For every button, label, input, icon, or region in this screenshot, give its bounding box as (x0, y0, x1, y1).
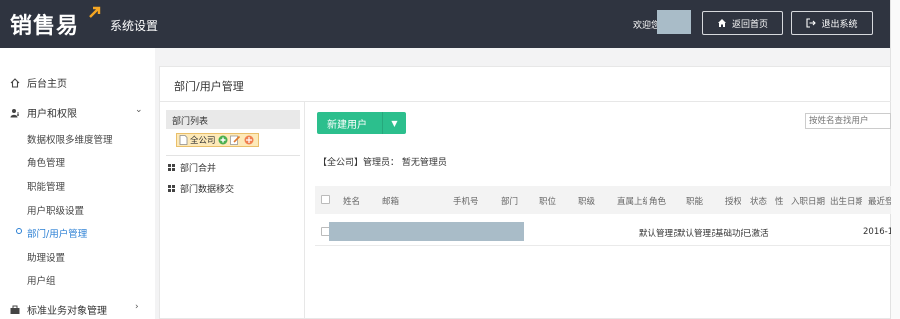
col-header-manager[interactable]: 直属上级 (617, 195, 647, 207)
document-icon (179, 135, 188, 145)
select-all-checkbox[interactable] (321, 195, 330, 204)
tree-separator (166, 155, 300, 156)
sidebar-item-label: 后台主页 (27, 79, 67, 90)
grid-icon (168, 185, 175, 192)
col-header-position[interactable]: 职位 (539, 195, 556, 207)
user-avatar[interactable] (657, 10, 691, 34)
cell-last-login: 2016-1 (863, 227, 891, 237)
col-header-grade[interactable]: 职级 (578, 195, 595, 207)
tree-node-label: 全公司 (190, 136, 216, 146)
sidebar-subitem-user-groups[interactable]: 用户组 (27, 273, 56, 287)
tool-label: 部门合并 (180, 164, 217, 174)
redacted-user-info (329, 222, 524, 241)
logo-arrow-icon (89, 6, 101, 18)
cell-status: 已激活 (743, 229, 769, 239)
user-search-input[interactable] (805, 113, 891, 129)
col-header-phone[interactable]: 手机号 (453, 195, 479, 207)
sidebar-subitem-assistants[interactable]: 助理设置 (27, 250, 65, 264)
col-header-last-login[interactable]: 最近登录 (868, 195, 891, 207)
cell-role: 默认管理员 (639, 229, 677, 239)
table-row[interactable]: 默认管理员 默认管理员 基础功能 已激活 2016-1 (315, 218, 891, 246)
title-divider (160, 101, 891, 102)
chevron-right-icon[interactable]: › (135, 302, 139, 312)
chevron-down-icon[interactable]: ⌄ (135, 105, 143, 115)
page-scrollbar[interactable] (890, 0, 900, 319)
column-divider (304, 102, 305, 319)
col-header-authorization[interactable]: 授权 (725, 195, 741, 207)
grid-icon (168, 164, 175, 171)
logout-button-label: 退出系统 (821, 19, 858, 30)
home-icon (717, 19, 726, 27)
tool-label: 部门数据移交 (180, 185, 235, 195)
sidebar-item-users-permissions[interactable]: 用户和权限 (10, 105, 77, 120)
logout-button[interactable]: 退出系统 (791, 11, 873, 35)
sidebar-subitem-functions[interactable]: 职能管理 (27, 179, 65, 193)
sidebar-subitem-data-permissions[interactable]: 数据权限多维度管理 (27, 132, 113, 146)
cell-authorization: 基础功能 (715, 229, 743, 239)
admin-info: 【全公司】管理员： 暂无管理员 (318, 158, 447, 168)
user-key-icon (10, 108, 19, 117)
new-user-button[interactable]: 新建用户 ▼ (317, 112, 406, 134)
add-icon[interactable] (218, 135, 228, 145)
brand-logo[interactable]: 销售易 (10, 8, 79, 40)
sidebar: 后台主页 用户和权限 ⌄ 数据权限多维度管理 角色管理 职能管理 用户职级设置 … (0, 48, 155, 319)
col-header-birth-date[interactable]: 出生日期 (830, 195, 862, 207)
col-header-gender[interactable]: 性 (775, 195, 783, 207)
transfer-dept-data-button[interactable]: 部门数据移交 (168, 182, 234, 195)
briefcase-icon (10, 305, 20, 314)
sidebar-item-label: 用户和权限 (27, 109, 77, 120)
welcome-text: 欢迎您 (633, 21, 661, 31)
chevron-down-icon[interactable]: ▼ (382, 112, 406, 134)
sidebar-subitem-dept-users[interactable]: 部门/用户管理 (27, 226, 87, 240)
col-header-role[interactable]: 角色 (649, 195, 666, 207)
cell-function: 默认管理员 (677, 229, 715, 239)
edit-icon[interactable] (229, 135, 241, 145)
move-icon[interactable] (243, 135, 255, 145)
col-header-email[interactable]: 邮箱 (382, 195, 399, 207)
table-header: 姓名 邮箱 手机号 部门 职位 职级 直属上级 角色 职能 授权 状态 性 入职… (315, 186, 891, 214)
sidebar-item-label: 标准业务对象管理 (27, 306, 107, 317)
top-bar: 销售易 系统设置 欢迎您 返回首页 退出系统 (0, 0, 890, 48)
col-header-name[interactable]: 姓名 (343, 195, 360, 207)
active-indicator-dot (16, 228, 22, 234)
page-subtitle: 系统设置 (110, 19, 159, 33)
sidebar-subitem-user-grades[interactable]: 用户职级设置 (27, 203, 84, 217)
merge-dept-button[interactable]: 部门合并 (168, 161, 216, 174)
sidebar-subitem-roles[interactable]: 角色管理 (27, 155, 65, 169)
dept-list-header: 部门列表 (166, 110, 300, 129)
home-button[interactable]: 返回首页 (702, 11, 783, 35)
col-header-status[interactable]: 状态 (750, 195, 770, 207)
home-outline-icon (10, 77, 20, 88)
tree-node-root[interactable]: 全公司 (176, 133, 259, 147)
logout-icon (806, 18, 817, 28)
new-user-label: 新建用户 (327, 119, 367, 131)
col-header-function[interactable]: 职能 (686, 195, 703, 207)
sidebar-item-home[interactable]: 后台主页 (10, 75, 67, 90)
sidebar-item-business-objects[interactable]: 标准业务对象管理 (10, 302, 107, 317)
home-button-label: 返回首页 (731, 19, 768, 30)
col-header-dept[interactable]: 部门 (501, 195, 518, 207)
main-panel: 部门/用户管理 部门列表 全公司 部门合并 部门数据移交 新建用户 ▼ 【全 (159, 66, 891, 319)
page-title: 部门/用户管理 (174, 80, 244, 93)
col-header-hire-date[interactable]: 入职日期 (791, 195, 825, 207)
